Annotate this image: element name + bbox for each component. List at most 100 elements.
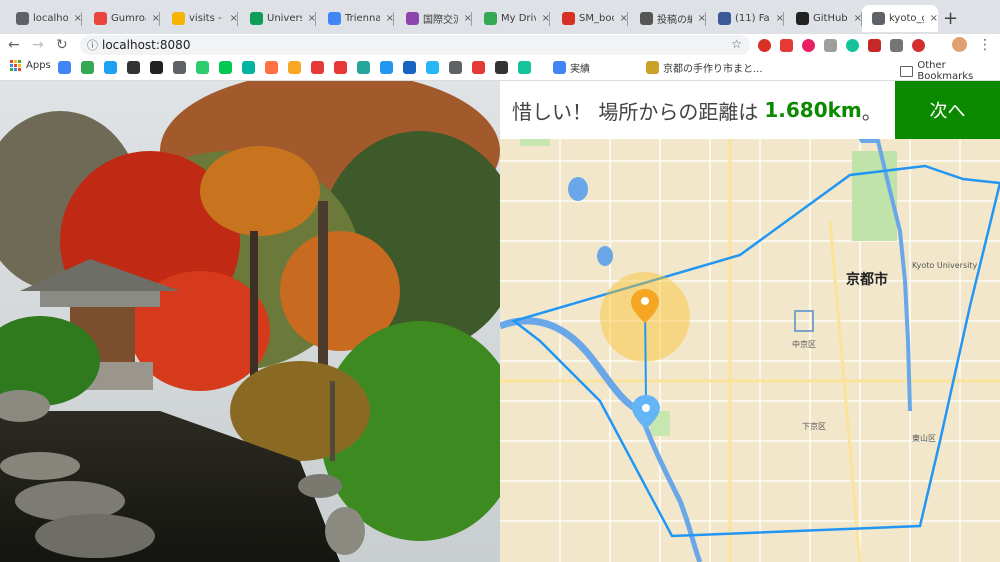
bookmark-jisseki[interactable]: 実績: [553, 60, 590, 75]
tab-9[interactable]: 投稿の編×: [630, 5, 706, 32]
tab-separator: [549, 12, 550, 26]
tab-title: Gumroa: [111, 13, 146, 24]
bookmark-favicon-icon[interactable]: [219, 61, 232, 74]
tab-separator: [471, 12, 472, 26]
garden-photo: [0, 81, 500, 562]
tab-3[interactable]: visits - ×: [162, 5, 238, 32]
tab-separator: [393, 12, 394, 26]
vivaldi-icon[interactable]: [758, 39, 771, 52]
ublock-icon[interactable]: [868, 39, 881, 52]
result-prefix: 惜しい！ 場所からの距離は: [512, 99, 759, 124]
ward-label-higashiyama: 東山区: [912, 434, 936, 443]
tab-favicon-icon: [328, 12, 341, 25]
tab-separator: [237, 12, 238, 26]
next-button[interactable]: 次へ: [895, 81, 1000, 139]
tab-title: visits -: [189, 13, 222, 24]
bookmark-favicon-icon[interactable]: [196, 61, 209, 74]
bookmark-favicon-icon[interactable]: [265, 61, 278, 74]
tab-favicon-icon: [872, 12, 885, 25]
tab-5[interactable]: Trienna ×: [318, 5, 394, 32]
bookmark-favicon-icon[interactable]: [334, 61, 347, 74]
docs-icon: [553, 61, 566, 74]
new-tab-button[interactable]: +: [943, 8, 958, 29]
bookmark-favicon-icon[interactable]: [127, 61, 140, 74]
tab-4[interactable]: Univers ×: [240, 5, 316, 32]
tab-2[interactable]: Gumroa×: [84, 5, 160, 32]
avatar[interactable]: [952, 37, 967, 52]
apps-icon: [10, 60, 21, 71]
adblock-icon[interactable]: [780, 39, 793, 52]
tab-12[interactable]: kyoto_g ×: [862, 5, 938, 32]
facebook-icon[interactable]: [890, 39, 903, 52]
tab-strip: localho×Gumroa×visits -×Univers×Trienna×…: [0, 0, 1000, 34]
tab-separator: [705, 12, 706, 26]
tab-favicon-icon: [796, 12, 809, 25]
tab-8[interactable]: SM_boo×: [552, 5, 628, 32]
result-suffix: 。: [861, 99, 882, 124]
ward-label-shimogyo: 下京区: [802, 422, 826, 431]
bookmark-star-icon[interactable]: ☆: [731, 37, 742, 51]
bookmark-favicon-icon[interactable]: [495, 61, 508, 74]
bookmark-favicon-icon[interactable]: [150, 61, 163, 74]
bookmark-favicon-icon[interactable]: [403, 61, 416, 74]
tab-close-icon[interactable]: ×: [930, 13, 938, 24]
tab-favicon-icon: [172, 12, 185, 25]
back-icon[interactable]: ←: [8, 37, 20, 53]
extension-icons: [758, 39, 925, 52]
bookmark-favicon-icon[interactable]: [518, 61, 531, 74]
address-bar[interactable]: ⓘ localhost:8080 ☆: [80, 35, 750, 55]
bookmark-favicon-icon[interactable]: [472, 61, 485, 74]
result-banner: 惜しい！ 場所からの距離は 1.680km 。: [500, 81, 895, 139]
bookmark-favicon-icon[interactable]: [288, 61, 301, 74]
extension-icon[interactable]: [802, 39, 815, 52]
tab-10[interactable]: (11) Fac×: [708, 5, 784, 32]
tab-title: (11) Fac: [735, 13, 770, 24]
bookmark-kyoto-handmade[interactable]: 京都の手作り市まと...: [646, 60, 763, 75]
camera-icon[interactable]: [824, 39, 837, 52]
toolbar: ← → ↻ ⓘ localhost:8080 ☆ ⋮: [0, 34, 1000, 56]
bookmark-favicon-icon[interactable]: [449, 61, 462, 74]
tab-separator: [315, 12, 316, 26]
tab-favicon-icon: [718, 12, 731, 25]
tab-favicon-icon: [484, 12, 497, 25]
other-bookmarks[interactable]: Other Bookmarks: [900, 60, 1000, 82]
forward-icon[interactable]: →: [32, 37, 44, 53]
tab-1[interactable]: localho ×: [6, 5, 82, 32]
menu-icon[interactable]: ⋮: [978, 37, 992, 53]
bookmark-favicon-icon[interactable]: [380, 61, 393, 74]
info-icon[interactable]: ⓘ: [87, 37, 98, 53]
tab-favicon-icon: [562, 12, 575, 25]
bookmark-favicon-icon[interactable]: [173, 61, 186, 74]
tab-7[interactable]: My Driv ×: [474, 5, 550, 32]
tab-favicon-icon: [406, 12, 419, 25]
street-view-panorama[interactable]: [0, 81, 500, 562]
bookmark-apps[interactable]: Apps: [10, 60, 51, 71]
tab-title: Trienna: [345, 13, 380, 24]
tab-6[interactable]: 国際交流×: [396, 5, 472, 32]
tab-separator: [783, 12, 784, 26]
city-label: 京都市: [846, 272, 888, 288]
tab-title: Univers: [267, 13, 302, 24]
bookmark-favicon-icon[interactable]: [104, 61, 117, 74]
url-text: localhost:8080: [102, 38, 191, 52]
guess-map[interactable]: 京都市 Kyoto University 中京区 下京区 東山区: [500, 81, 1000, 562]
bookmark-favicon-icon[interactable]: [81, 61, 94, 74]
bookmark-favicon-icon[interactable]: [311, 61, 324, 74]
extension-icon[interactable]: [912, 39, 925, 52]
tab-11[interactable]: GitHub ×: [786, 5, 862, 32]
reload-icon[interactable]: ↻: [56, 37, 68, 53]
tab-title: kyoto_g: [889, 13, 924, 24]
tab-title: localho: [33, 13, 68, 24]
other-bookmarks-label: Other Bookmarks: [917, 60, 974, 82]
grammarly-icon[interactable]: [846, 39, 859, 52]
bookmark-favicon-icon[interactable]: [426, 61, 439, 74]
bookmark-favicon-icon[interactable]: [357, 61, 370, 74]
tab-separator: [159, 12, 160, 26]
tab-separator: [81, 12, 82, 26]
distance-value: 1.680km: [764, 98, 862, 122]
bookmark-kyoto-handmade-label: 京都の手作り市まと...: [663, 64, 763, 75]
tab-favicon-icon: [640, 12, 653, 25]
bookmark-favicon-icon[interactable]: [58, 61, 71, 74]
bookmark-jisseki-label: 実績: [570, 64, 590, 75]
bookmark-favicon-icon[interactable]: [242, 61, 255, 74]
